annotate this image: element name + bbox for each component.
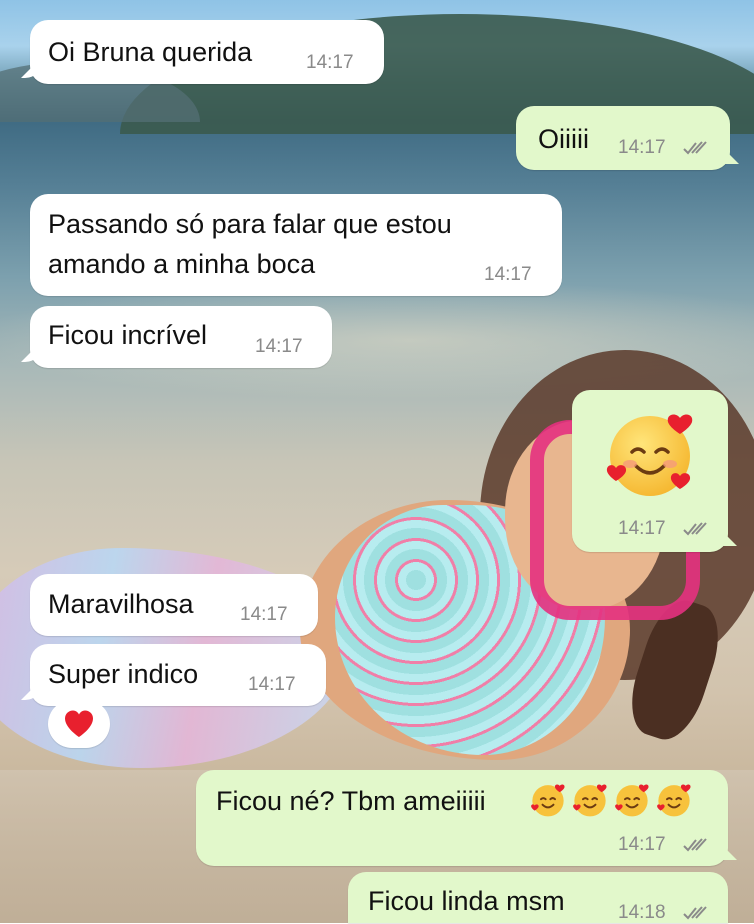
message-bubble-incoming[interactable]: Ficou incrível 14:17	[30, 306, 332, 368]
smiling-face-with-hearts-icon	[615, 784, 649, 817]
message-text: Ficou incrível	[48, 320, 208, 350]
message-text: Ficou linda msm	[368, 886, 565, 916]
message-bubble-incoming[interactable]: Super indico 14:17	[30, 644, 326, 706]
red-heart-icon	[65, 710, 93, 737]
message-text: Maravilhosa	[48, 589, 194, 619]
message-bubble-incoming[interactable]: Passando só para falar que estou amando …	[30, 194, 562, 296]
double-check-icon	[682, 522, 712, 536]
message-time: 14:17	[306, 52, 354, 73]
message-text: Oiiiii	[538, 124, 589, 154]
message-bubble-incoming[interactable]: Maravilhosa 14:17	[30, 574, 318, 636]
message-time: 14:17	[255, 336, 303, 357]
message-bubble-incoming[interactable]: Oi Bruna querida 14:17	[30, 20, 384, 84]
message-reaction[interactable]	[48, 700, 110, 748]
smiling-face-with-hearts-icon	[531, 784, 565, 817]
message-text: Super indico	[48, 659, 199, 689]
emoji-row	[530, 782, 700, 822]
message-time: 14:17	[618, 834, 666, 855]
message-text-line-2: amando a minha boca	[48, 249, 316, 279]
message-time: 14:17	[240, 604, 288, 625]
smiling-face-with-hearts-icon	[657, 784, 691, 817]
message-time: 14:17	[618, 137, 666, 158]
message-bubble-outgoing[interactable]: Ficou né? Tbm ameiiiii 14:17	[196, 770, 728, 866]
double-check-icon	[682, 141, 712, 155]
message-bubble-outgoing[interactable]: Ficou linda msm 14:18	[348, 872, 728, 923]
message-time: 14:17	[248, 674, 296, 695]
message-bubble-outgoing-emoji[interactable]: 14:17	[572, 390, 728, 552]
message-time: 14:17	[484, 264, 532, 285]
message-text-line-1: Passando só para falar que estou	[48, 209, 452, 239]
double-check-icon	[682, 838, 712, 852]
message-time: 14:18	[618, 902, 666, 923]
message-text: Oi Bruna querida	[48, 37, 253, 67]
message-time: 14:17	[618, 518, 666, 539]
message-bubble-outgoing[interactable]: Oiiiii 14:17	[516, 106, 730, 170]
double-check-icon	[682, 906, 712, 920]
smiling-face-with-hearts-icon	[573, 784, 607, 817]
message-text: Ficou né? Tbm ameiiiii	[216, 786, 486, 816]
smiling-face-with-hearts-icon	[606, 414, 693, 496]
